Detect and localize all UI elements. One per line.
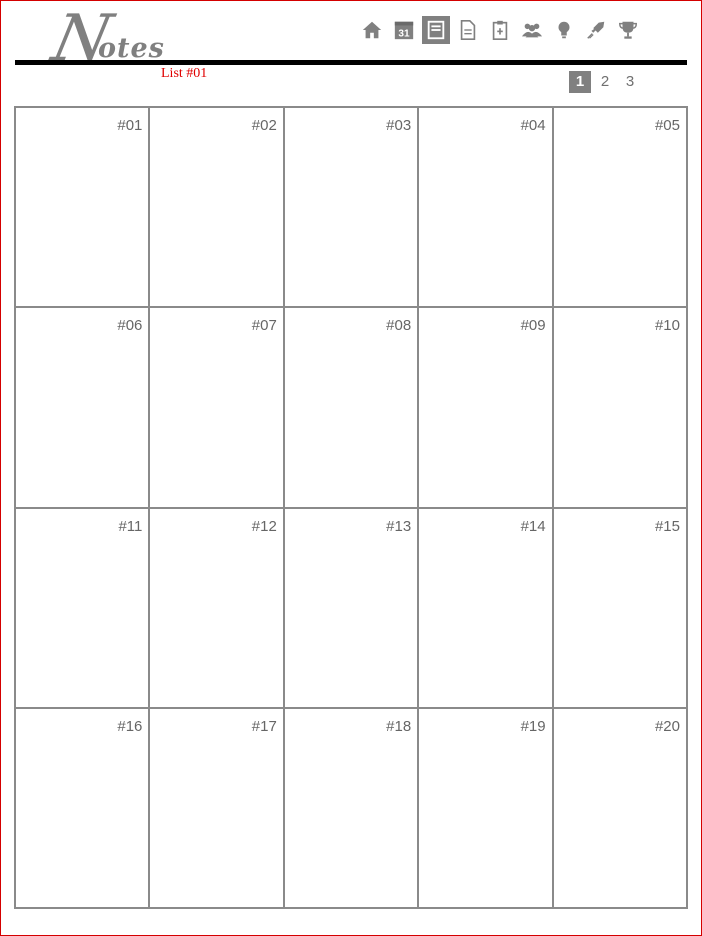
note-number: #16 (117, 717, 143, 735)
home-button[interactable] (358, 16, 386, 44)
note-number: #07 (251, 317, 277, 335)
clipboard-icon (492, 20, 508, 40)
note-cell[interactable]: #17 (148, 706, 285, 910)
awards-button[interactable] (614, 16, 642, 44)
notes-icon (427, 20, 445, 40)
home-icon (362, 21, 382, 39)
note-number: #05 (654, 117, 680, 134)
document-button[interactable] (454, 16, 482, 44)
note-number: #01 (117, 117, 143, 134)
note-cell[interactable]: #11 (13, 506, 151, 709)
calendar-day: 31 (398, 28, 410, 39)
calendar-button[interactable]: 31 (390, 16, 418, 44)
note-number: #03 (386, 117, 412, 134)
note-cell[interactable]: #10 (551, 306, 688, 509)
note-cell[interactable]: #18 (282, 706, 420, 910)
note-cell[interactable]: #05 (551, 105, 688, 309)
note-cell[interactable]: #13 (282, 506, 420, 709)
note-number: #15 (654, 517, 680, 535)
notes-button[interactable] (422, 16, 450, 44)
note-number: #17 (251, 717, 277, 735)
page-2-button[interactable]: 2 (594, 71, 616, 93)
note-cell[interactable]: #14 (417, 506, 554, 709)
note-cell[interactable]: #06 (13, 306, 151, 509)
note-number: #18 (386, 717, 412, 735)
note-number: #09 (520, 317, 546, 335)
rocket-icon (587, 21, 605, 39)
note-number: #04 (520, 117, 546, 134)
people-icon (521, 23, 543, 38)
note-number: #14 (520, 517, 546, 535)
note-cell[interactable]: #20 (551, 706, 688, 910)
header-divider (15, 60, 687, 65)
trophy-icon (619, 21, 637, 39)
calendar-icon: 31 (394, 21, 414, 39)
note-number: #13 (386, 517, 412, 535)
pagination: 1 2 3 (569, 71, 644, 93)
note-cell[interactable]: #04 (417, 105, 554, 309)
note-cell[interactable]: #12 (148, 506, 285, 709)
idea-button[interactable] (550, 16, 578, 44)
note-cell[interactable]: #09 (417, 306, 554, 509)
clipboard-button[interactable] (486, 16, 514, 44)
page-1-button[interactable]: 1 (569, 71, 591, 93)
note-cell[interactable]: #08 (282, 306, 420, 509)
toolbar: 31 (358, 16, 646, 44)
note-number: #02 (251, 117, 277, 134)
note-number: #11 (118, 517, 143, 535)
note-cell[interactable]: #19 (417, 706, 554, 910)
note-cell[interactable]: #15 (551, 506, 688, 709)
note-number: #06 (117, 317, 143, 335)
note-number: #20 (654, 717, 680, 735)
note-number: #08 (386, 317, 412, 335)
note-cell[interactable]: #16 (13, 706, 151, 910)
note-cell[interactable]: #02 (148, 105, 285, 309)
people-button[interactable] (518, 16, 546, 44)
notes-grid: #01 #02 #03 #04 #05 #06 #07 #08 #09 #10 … (13, 105, 688, 910)
note-number: #10 (654, 317, 680, 335)
document-icon (460, 20, 476, 40)
note-number: #12 (251, 517, 277, 535)
note-cell[interactable]: #01 (13, 105, 151, 309)
lightbulb-icon (558, 21, 570, 39)
note-cell[interactable]: #07 (148, 306, 285, 509)
note-cell[interactable]: #03 (282, 105, 420, 309)
list-title: List #01 (161, 66, 208, 81)
page-3-button[interactable]: 3 (619, 71, 641, 93)
note-number: #19 (520, 717, 546, 735)
launch-button[interactable] (582, 16, 610, 44)
